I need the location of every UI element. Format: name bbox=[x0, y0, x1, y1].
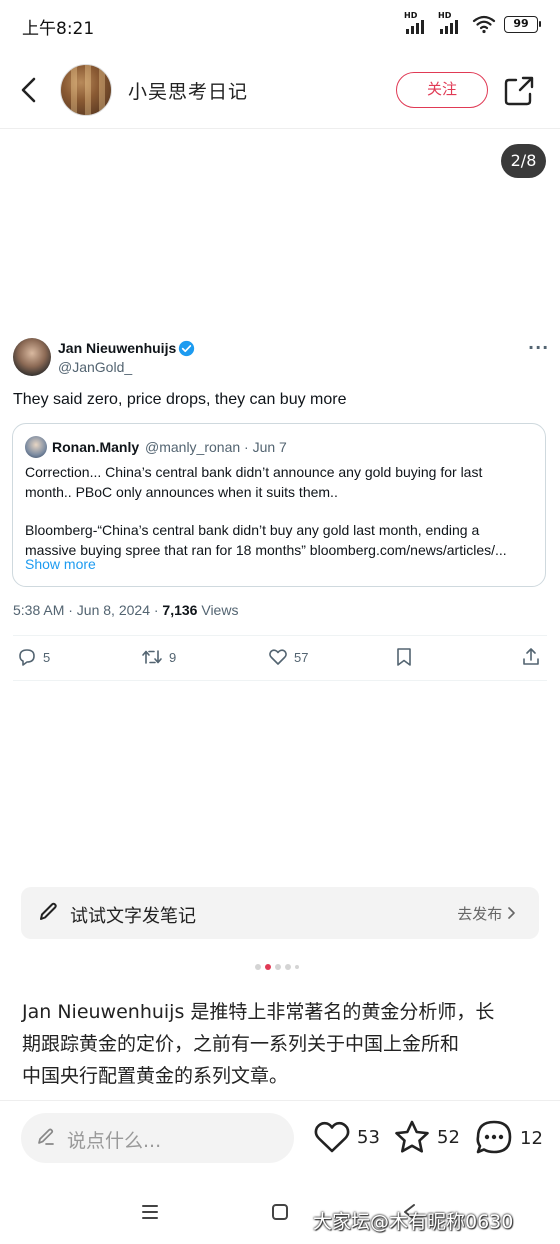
battery-icon: 99 bbox=[504, 15, 541, 33]
share-icon[interactable] bbox=[500, 72, 538, 110]
comment-placeholder: 说点什么... bbox=[67, 1130, 162, 1152]
heart-icon bbox=[314, 1121, 350, 1153]
try-text-note-banner[interactable]: 试试文字发笔记 去发布 bbox=[21, 887, 539, 939]
quoted-line: massive buying spree that ran for 18 mon… bbox=[25, 542, 507, 558]
comment-button[interactable]: 12 bbox=[474, 1119, 543, 1157]
bottom-action-bar: 说点什么... 53 52 12 bbox=[0, 1100, 560, 1176]
quoted-author-name: Ronan.Manly bbox=[52, 439, 140, 455]
tweet-actions: 5 9 57 bbox=[0, 647, 560, 671]
star-icon bbox=[395, 1120, 429, 1153]
retweet-count: 9 bbox=[169, 649, 177, 665]
description-line: Jan Nieuwenhuijs 是推特上非常著名的黄金分析师，长 bbox=[22, 1001, 495, 1023]
status-icons: HD HD 99 bbox=[404, 11, 541, 34]
heart-icon bbox=[269, 649, 287, 665]
tweet-reply: 5 bbox=[17, 647, 50, 667]
carousel-dot bbox=[295, 965, 299, 969]
pencil-icon bbox=[38, 1128, 54, 1145]
carousel-indicator bbox=[255, 964, 299, 970]
tweet-avatar bbox=[13, 338, 51, 376]
watermark-text: 大家坛@木有昵称0630 bbox=[313, 1211, 514, 1233]
quoted-meta: @manly_ronan · Jun 7 bbox=[145, 439, 287, 455]
tweet-time-text: 5:38 AM · Jun 8, 2024 · bbox=[13, 602, 163, 618]
quoted-avatar bbox=[25, 436, 47, 458]
tweet-divider bbox=[13, 635, 547, 636]
signal-icon: HD bbox=[404, 11, 430, 34]
author-avatar[interactable] bbox=[60, 64, 112, 116]
bookmark-icon bbox=[397, 648, 411, 666]
wifi-icon bbox=[472, 15, 496, 34]
tweet-divider bbox=[13, 680, 547, 681]
favorite-button[interactable]: 52 bbox=[393, 1119, 460, 1155]
tweet-share bbox=[521, 647, 541, 667]
verified-badge-icon bbox=[178, 340, 195, 357]
image-page-counter: 2/8 bbox=[501, 144, 546, 178]
publish-link-label: 去发布 bbox=[457, 905, 503, 923]
note-prompt-text: 试试文字发笔记 bbox=[70, 906, 196, 927]
quoted-tweet: Ronan.Manly @manly_ronan · Jun 7 Correct… bbox=[12, 423, 546, 587]
like-count: 57 bbox=[294, 649, 309, 665]
quoted-text: Correction... China’s central bank didn’… bbox=[25, 462, 537, 560]
carousel-dot-active bbox=[265, 964, 271, 970]
description-line: 期跟踪黄金的定价，之前有一系列关于中国上金所和 bbox=[22, 1033, 460, 1055]
back-arrow-icon[interactable] bbox=[14, 72, 46, 108]
quoted-line: Correction... China’s central bank didn’… bbox=[25, 464, 483, 480]
pencil-icon bbox=[40, 902, 57, 920]
tweet-views-count: 7,136 bbox=[162, 602, 198, 618]
carousel-dot bbox=[275, 964, 281, 970]
carousel-dot bbox=[255, 964, 261, 970]
author-name[interactable]: 小吴思考日记 bbox=[128, 77, 248, 104]
tweet-timestamp: 5:38 AM · Jun 8, 2024 · 7,136 Views bbox=[13, 602, 238, 618]
signal-icon: HD bbox=[438, 11, 464, 34]
hd-label: HD bbox=[404, 11, 418, 20]
status-time: 上午8:21 bbox=[22, 19, 95, 39]
like-count: 53 bbox=[357, 1126, 380, 1148]
chevron-right-icon bbox=[508, 907, 515, 919]
reply-icon bbox=[19, 649, 35, 666]
tweet-like: 57 bbox=[268, 647, 308, 667]
tweet-author-handle: @JanGold_ bbox=[58, 359, 133, 375]
header-divider bbox=[0, 128, 560, 129]
comment-bubble-icon bbox=[476, 1120, 512, 1154]
menu-icon[interactable] bbox=[138, 1200, 162, 1224]
tweet-retweet: 9 bbox=[141, 647, 176, 667]
status-bar: 上午8:21 HD HD 99 bbox=[0, 0, 560, 50]
note-description: Jan Nieuwenhuijs 是推特上非常著名的黄金分析师，长 期跟踪黄金的… bbox=[22, 996, 542, 1092]
more-options-icon: ··· bbox=[528, 338, 550, 357]
reply-count: 5 bbox=[43, 649, 51, 665]
publish-link[interactable]: 去发布 bbox=[457, 903, 517, 924]
comment-count: 12 bbox=[520, 1127, 543, 1149]
quoted-line: month.. PBoC only announces when it suit… bbox=[25, 484, 338, 500]
hd-label: HD bbox=[438, 11, 452, 20]
upload-icon bbox=[523, 648, 539, 665]
app-header: 小吴思考日记 关注 bbox=[0, 56, 560, 126]
favorite-count: 52 bbox=[437, 1126, 460, 1148]
tweet-text: They said zero, price drops, they can bu… bbox=[13, 391, 347, 408]
tweet-views-label: Views bbox=[197, 602, 239, 618]
description-line: 中国央行配置黄金的系列文章。 bbox=[22, 1065, 289, 1087]
tweet-bookmark bbox=[395, 647, 413, 667]
retweet-icon bbox=[142, 650, 162, 664]
comment-input[interactable]: 说点什么... bbox=[21, 1113, 294, 1163]
quoted-line: Bloomberg-“China’s central bank didn’t b… bbox=[25, 522, 480, 538]
home-square-icon[interactable] bbox=[268, 1200, 292, 1224]
show-more-link: Show more bbox=[25, 556, 96, 572]
carousel-dot bbox=[285, 964, 291, 970]
follow-button[interactable]: 关注 bbox=[396, 72, 488, 108]
tweet-author-name: Jan Nieuwenhuijs bbox=[58, 340, 177, 356]
like-button[interactable]: 53 bbox=[313, 1119, 380, 1155]
